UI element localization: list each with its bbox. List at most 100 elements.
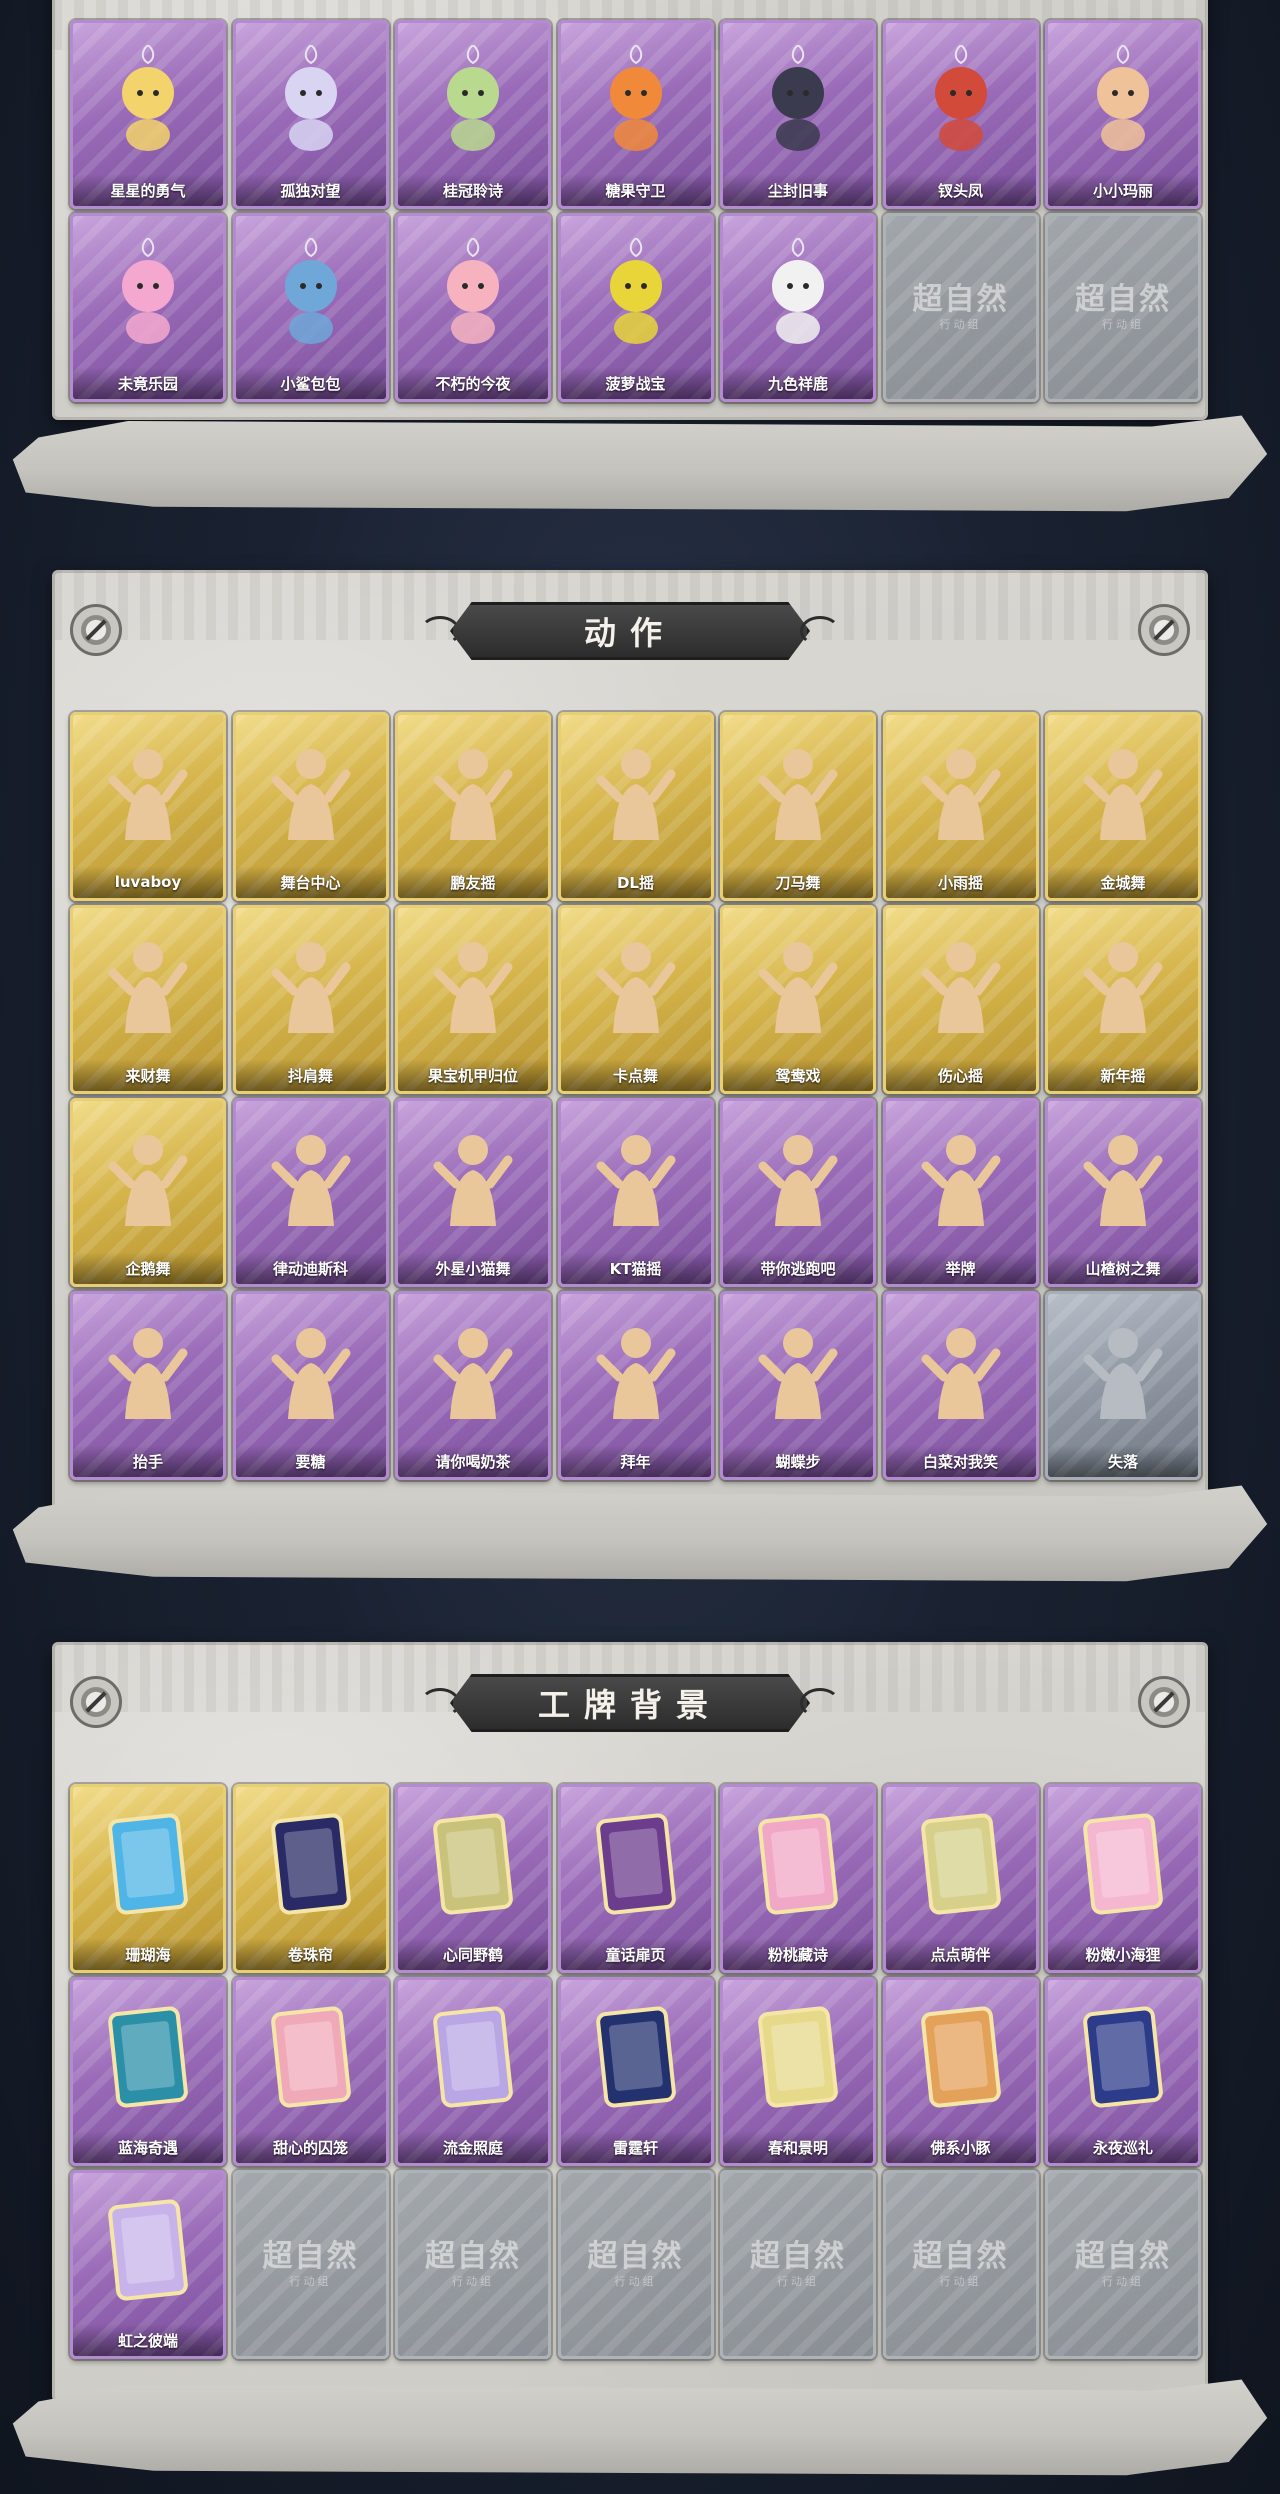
item-card[interactable]: 外星小猫舞 <box>395 1098 551 1287</box>
item-card[interactable]: 山楂树之舞 <box>1045 1098 1201 1287</box>
card-label: 流金照庭 <box>398 2131 548 2163</box>
dance-pose-icon <box>913 737 1009 847</box>
item-card[interactable]: KT猫摇 <box>557 1098 714 1287</box>
item-card[interactable]: 小小玛丽 <box>1045 20 1201 209</box>
item-card[interactable]: 鸳鸯戏 <box>720 905 876 1094</box>
shark-bag-icon <box>263 238 359 348</box>
raise-hand-pose-icon <box>100 1316 196 1426</box>
locked-slot[interactable]: 超自然 行动组 <box>395 2170 551 2359</box>
item-card[interactable]: 桂冠聆诗 <box>395 20 551 209</box>
item-card[interactable]: 新年摇 <box>1045 905 1201 1094</box>
item-card[interactable]: 糖果守卫 <box>557 20 714 209</box>
item-card[interactable]: 虹之彼端 <box>70 2170 226 2359</box>
item-card[interactable]: 菠萝战宝 <box>557 213 714 402</box>
card-label: 请你喝奶茶 <box>398 1445 548 1477</box>
item-card[interactable]: 来财舞 <box>70 905 226 1094</box>
item-card[interactable]: 刀马舞 <box>720 712 876 901</box>
item-card[interactable]: 蝴蝶步 <box>720 1291 876 1480</box>
item-card[interactable]: 蓝海奇遇 <box>70 1977 226 2166</box>
item-card[interactable]: 珊瑚海 <box>70 1784 226 1973</box>
card-label: 童话扉页 <box>560 1938 711 1970</box>
item-card[interactable]: 卡点舞 <box>557 905 714 1094</box>
item-card[interactable]: luvaboy <box>70 712 226 901</box>
badge-bg-title-banner: 工牌背景 <box>420 1664 840 1734</box>
dance-pose-icon <box>750 1123 846 1233</box>
locked-sub-watermark: 行动组 <box>614 2275 657 2288</box>
item-card[interactable]: 卷珠帘 <box>232 1784 389 1973</box>
laurel-charm-icon <box>425 45 521 155</box>
locked-slot[interactable]: 超自然 行动组 <box>557 2170 714 2359</box>
dance-pose-icon <box>588 1123 684 1233</box>
dance-pose-icon <box>425 1123 521 1233</box>
pink-star-charm-icon <box>100 238 196 348</box>
item-card[interactable]: 拜年 <box>557 1291 714 1480</box>
pineapple-robot-icon <box>588 238 684 348</box>
locked-slot[interactable]: 超自然 行动组 <box>720 2170 876 2359</box>
dance-pose-icon <box>1075 930 1171 1040</box>
locked-slot[interactable]: 超自然 行动组 <box>1045 213 1201 402</box>
item-card[interactable]: 律动迪斯科 <box>232 1098 389 1287</box>
item-card[interactable]: 流金照庭 <box>395 1977 551 2166</box>
locked-sub-watermark: 行动组 <box>1102 318 1144 331</box>
compass-right-icon <box>1138 604 1190 656</box>
banner-swirl-right-icon <box>800 616 840 646</box>
item-card[interactable]: 白菜对我笑 <box>882 1291 1039 1480</box>
item-card[interactable]: 粉嫩小海狸 <box>1045 1784 1201 1973</box>
locked-slot[interactable]: 超自然 行动组 <box>882 213 1039 402</box>
badge-frame-icon <box>100 2002 196 2112</box>
item-card[interactable]: 伤心摇 <box>882 905 1039 1094</box>
item-card[interactable]: 请你喝奶茶 <box>395 1291 551 1480</box>
item-card[interactable]: 甜心的囚笼 <box>232 1977 389 2166</box>
locked-slot[interactable]: 超自然 行动组 <box>882 2170 1039 2359</box>
item-card[interactable]: 抖肩舞 <box>232 905 389 1094</box>
item-card[interactable]: 雷霆轩 <box>557 1977 714 2166</box>
item-card[interactable]: 金城舞 <box>1045 712 1201 901</box>
item-card[interactable]: 果宝机甲归位 <box>395 905 551 1094</box>
item-card[interactable]: 举牌 <box>882 1098 1039 1287</box>
item-card[interactable]: 企鹅舞 <box>70 1098 226 1287</box>
sign-pose-icon <box>913 1123 1009 1233</box>
locked-slot[interactable]: 超自然 行动组 <box>232 2170 389 2359</box>
badge-frame-icon <box>263 1809 359 1919</box>
item-card[interactable]: 鹏友摇 <box>395 712 551 901</box>
item-card[interactable]: 孤独对望 <box>232 20 389 209</box>
item-card[interactable]: 春和景明 <box>720 1977 876 2166</box>
locked-watermark: 超自然 <box>587 2239 684 2274</box>
card-label: 来财舞 <box>73 1059 223 1091</box>
item-card[interactable]: 心同野鹤 <box>395 1784 551 1973</box>
item-card[interactable]: 永夜巡礼 <box>1045 1977 1201 2166</box>
item-card[interactable]: 带你逃跑吧 <box>720 1098 876 1287</box>
card-label: 甜心的囚笼 <box>235 2131 386 2163</box>
item-card[interactable]: 点点萌伴 <box>882 1784 1039 1973</box>
item-card[interactable]: 舞台中心 <box>232 712 389 901</box>
compass-left-icon <box>70 1676 122 1728</box>
item-card[interactable]: 小雨摇 <box>882 712 1039 901</box>
item-card[interactable]: 尘封旧事 <box>720 20 876 209</box>
locked-watermark: 超自然 <box>750 2239 846 2274</box>
item-card[interactable]: 星星的勇气 <box>70 20 226 209</box>
item-card[interactable]: 粉桃藏诗 <box>720 1784 876 1973</box>
badge-frame-icon <box>1075 1809 1171 1919</box>
pendant-scroll-bottom <box>12 415 1268 512</box>
badge-frame-icon <box>913 1809 1009 1919</box>
item-card[interactable]: 小鲨包包 <box>232 213 389 402</box>
locked-slot[interactable]: 超自然 行动组 <box>1045 2170 1201 2359</box>
dark-prince-charm-icon <box>750 45 846 155</box>
milk-tea-pose-icon <box>425 1316 521 1426</box>
item-card[interactable]: 要糖 <box>232 1291 389 1480</box>
item-card[interactable]: 未竟乐园 <box>70 213 226 402</box>
locked-sub-watermark: 行动组 <box>1102 2275 1144 2288</box>
item-card[interactable]: 抬手 <box>70 1291 226 1480</box>
item-card[interactable]: 钗头凤 <box>882 20 1039 209</box>
card-label: DL摇 <box>560 866 711 898</box>
item-card[interactable]: 失落 <box>1045 1291 1201 1480</box>
item-card[interactable]: 童话扉页 <box>557 1784 714 1973</box>
card-label: 钗头凤 <box>885 174 1036 206</box>
item-card[interactable]: 不朽的今夜 <box>395 213 551 402</box>
item-card[interactable]: 九色祥鹿 <box>720 213 876 402</box>
locked-watermark: 超自然 <box>262 2239 359 2274</box>
item-card[interactable]: DL摇 <box>557 712 714 901</box>
item-card[interactable]: 佛系小豚 <box>882 1977 1039 2166</box>
dance-pose-icon <box>100 737 196 847</box>
banner-swirl-right-icon <box>800 1688 840 1718</box>
